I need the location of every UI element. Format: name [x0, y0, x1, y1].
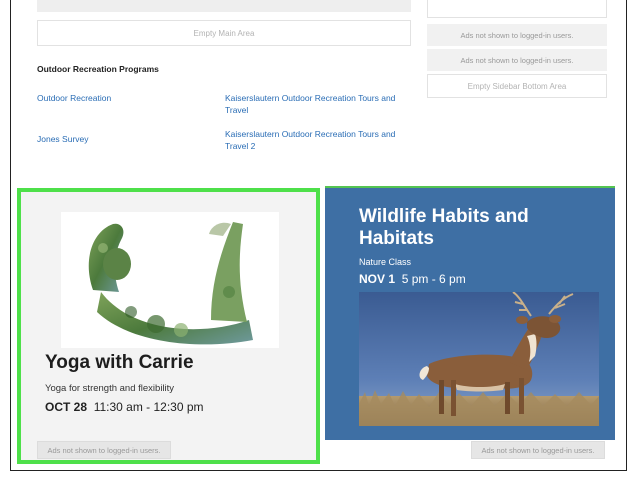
empty-sidebar-bottom-area: Empty Sidebar Bottom Area	[427, 74, 607, 98]
wildlife-event-card[interactable]: Wildlife Habits and Habitats Nature Clas…	[325, 186, 615, 440]
yoga-card-title[interactable]: Yoga with Carrie	[45, 352, 194, 374]
wildlife-card-time: 5 pm - 6 pm	[401, 272, 466, 286]
yoga-pose-image	[61, 212, 279, 348]
program-link-jones-survey[interactable]: Jones Survey	[37, 133, 89, 145]
yoga-card-ad[interactable]: Ads not shown to logged-in users.	[37, 441, 171, 459]
wildlife-card-subtitle: Nature Class	[359, 257, 412, 267]
sidebar-ad-2[interactable]: Ads not shown to logged-in users.	[427, 49, 607, 71]
program-link-outdoor-recreation[interactable]: Outdoor Recreation	[37, 92, 111, 104]
deer-image	[359, 292, 599, 426]
yoga-card-subtitle: Yoga for strength and flexibility	[45, 383, 175, 394]
empty-main-area: Empty Main Area	[37, 20, 411, 46]
wildlife-card-datetime: NOV 1 5 pm - 6 pm	[359, 272, 466, 286]
wildlife-card-ad[interactable]: Ads not shown to logged-in users.	[471, 441, 605, 459]
wildlife-card-title[interactable]: Wildlife Habits and Habitats	[359, 206, 589, 250]
sidebar-top-area	[427, 0, 607, 18]
yoga-card-datetime: OCT 28 11:30 am - 12:30 pm	[45, 400, 204, 414]
yoga-card-date: OCT 28	[45, 400, 88, 414]
category-link-tours-travel-2[interactable]: Kaiserslautern Outdoor Recreation Tours …	[225, 128, 415, 152]
wildlife-card-date: NOV 1	[359, 272, 396, 286]
sidebar-ad-1[interactable]: Ads not shown to logged-in users.	[427, 24, 607, 46]
category-link-tours-travel[interactable]: Kaiserslautern Outdoor Recreation Tours …	[225, 92, 415, 116]
page-frame: Empty Main Area Ads not shown to logged-…	[10, 0, 627, 471]
yoga-card-time: 11:30 am - 12:30 pm	[93, 400, 204, 414]
main-top-strip	[37, 0, 411, 12]
programs-heading: Outdoor Recreation Programs	[37, 64, 159, 74]
yoga-event-card[interactable]: Yoga with Carrie Yoga for strength and f…	[17, 188, 320, 464]
